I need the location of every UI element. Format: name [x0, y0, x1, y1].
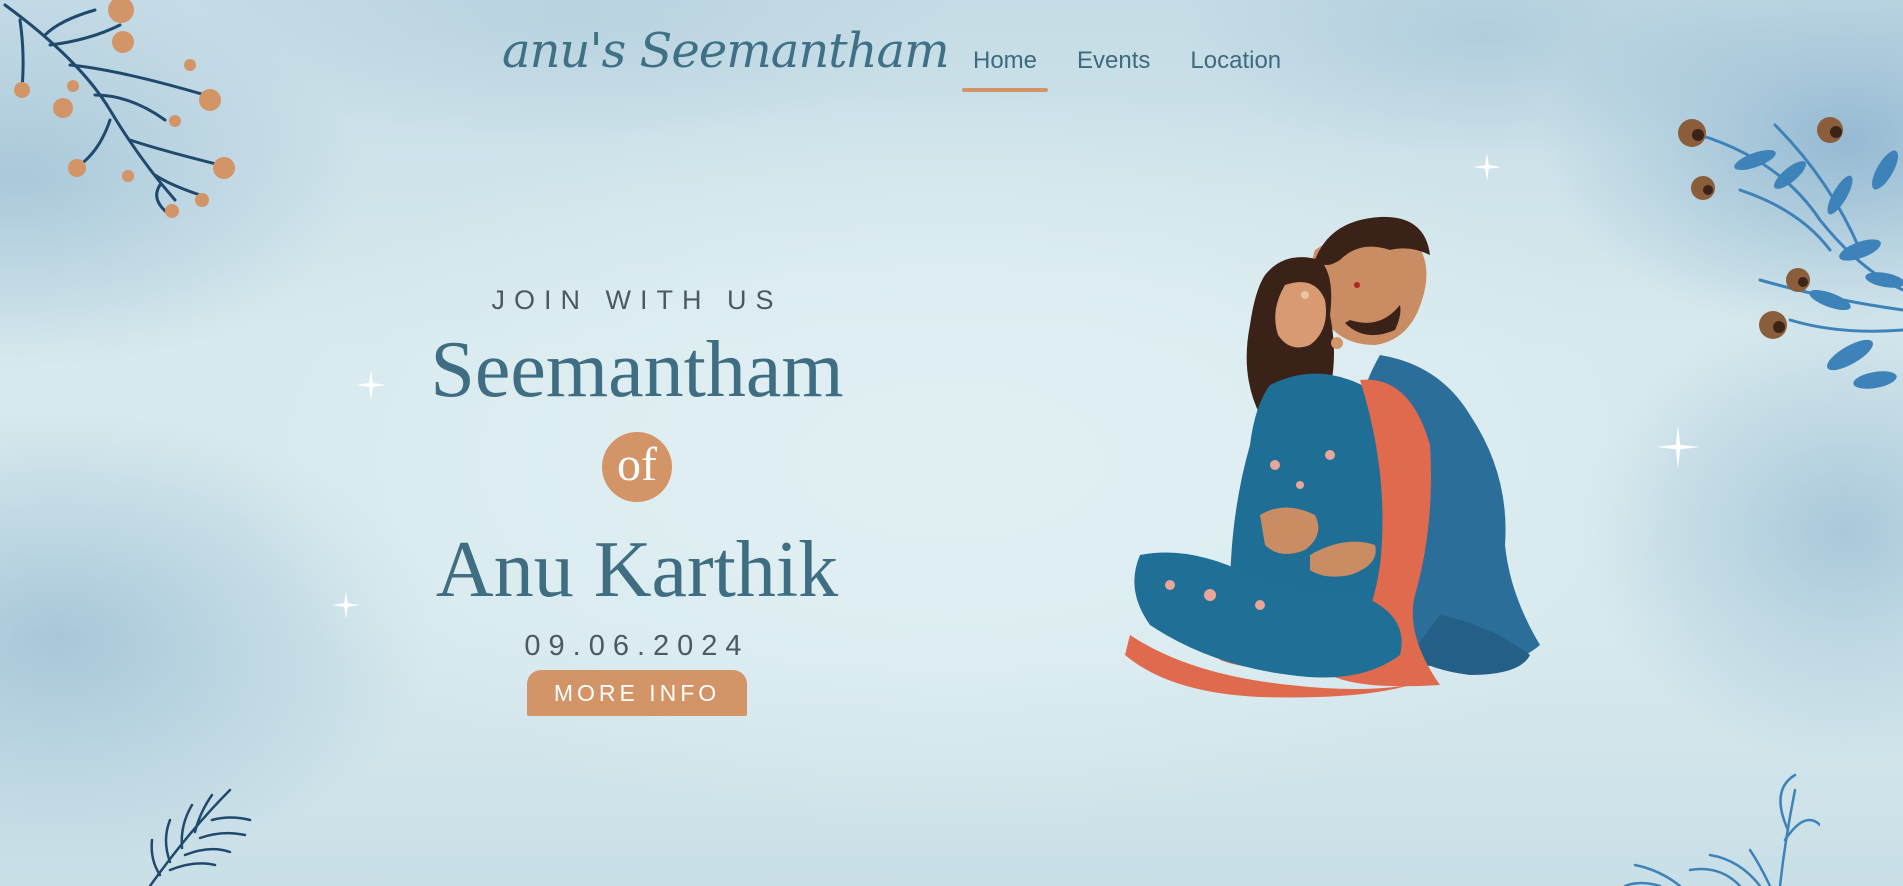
honoree-name: Anu Karthik	[435, 526, 839, 614]
hero-section: JOIN WITH US Seemantham of Anu Karthik 0…	[400, 270, 874, 716]
couple-illustration	[1125, 216, 1540, 698]
branch-decoration-top-left	[3, 0, 235, 218]
brand-logo[interactable]: anu's Seemantham	[502, 14, 950, 88]
sparkle-icon	[1473, 153, 1501, 181]
nav-events[interactable]: Events	[1066, 40, 1161, 82]
leaf-decoration-top-right	[1678, 117, 1903, 389]
event-date: 09.06.2024	[524, 630, 750, 662]
sparkle-icon	[356, 370, 386, 400]
connector-badge: of	[602, 432, 672, 502]
leaf-decoration-bottom-right	[1623, 773, 1820, 886]
hero-tagline: JOIN WITH US	[491, 285, 783, 315]
sparkle-icon	[1656, 425, 1700, 469]
nav-home[interactable]: Home	[962, 40, 1049, 92]
watercolor-background	[0, 0, 1903, 886]
more-info-button[interactable]: MORE INFO	[527, 670, 747, 716]
event-name: Seemantham	[430, 326, 844, 414]
nav-location[interactable]: Location	[1179, 40, 1292, 82]
sparkle-icon	[332, 591, 360, 619]
connector-wrap: of	[400, 418, 874, 516]
fern-decoration-bottom-left	[148, 788, 252, 886]
main-nav: Home Events Location	[962, 40, 1310, 92]
